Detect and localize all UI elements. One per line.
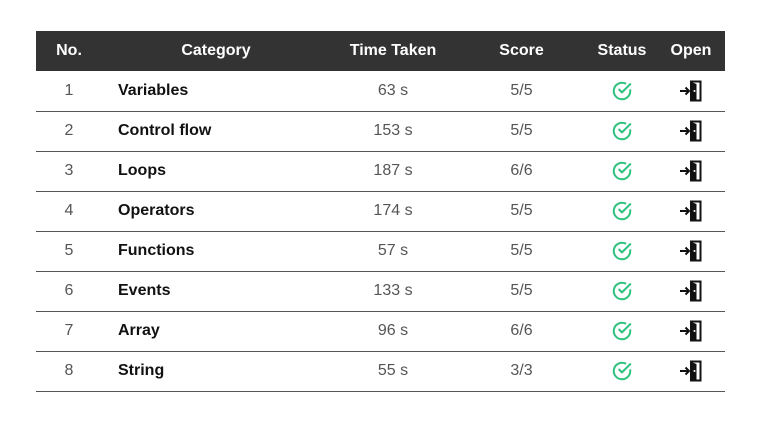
table-row: 2 Control flow 153 s 5/5 bbox=[36, 111, 725, 151]
row-open bbox=[657, 111, 725, 151]
enter-door-icon[interactable] bbox=[679, 240, 703, 262]
enter-door-icon[interactable] bbox=[679, 280, 703, 302]
row-number: 7 bbox=[64, 322, 74, 339]
header-row: No. Category Time Taken Score Status Ope… bbox=[36, 31, 725, 71]
row-category: Loops bbox=[118, 162, 166, 179]
enter-door-icon[interactable] bbox=[679, 200, 703, 222]
header-score: Score bbox=[499, 42, 544, 59]
header-category: Category bbox=[181, 42, 251, 59]
header-status: Status bbox=[597, 42, 647, 59]
row-number: 5 bbox=[64, 242, 74, 259]
row-score: 5/5 bbox=[510, 242, 533, 259]
enter-door-icon[interactable] bbox=[679, 80, 703, 102]
enter-door-icon[interactable] bbox=[679, 160, 703, 182]
row-time-taken: 63 s bbox=[377, 81, 409, 99]
row-open bbox=[657, 311, 725, 351]
results-table: No. Category Time Taken Score Status Ope… bbox=[36, 31, 725, 392]
row-status bbox=[587, 111, 657, 151]
enter-door-icon[interactable] bbox=[679, 320, 703, 342]
check-circle-icon bbox=[611, 200, 633, 222]
table-row: 8 String 55 s 3/3 bbox=[36, 351, 725, 391]
table-row: 1 Variables 63 s 5/5 bbox=[36, 71, 725, 111]
results-table-container: No. Category Time Taken Score Status Ope… bbox=[36, 31, 725, 392]
row-open bbox=[657, 271, 725, 311]
row-open bbox=[657, 231, 725, 271]
row-status bbox=[587, 151, 657, 191]
row-time-taken: 187 s bbox=[373, 162, 413, 179]
row-score: 6/6 bbox=[510, 322, 533, 339]
table-header: No. Category Time Taken Score Status Ope… bbox=[36, 31, 725, 71]
row-category: Functions bbox=[118, 242, 195, 259]
row-open bbox=[657, 351, 725, 391]
check-circle-icon bbox=[611, 280, 633, 302]
row-category: Array bbox=[118, 322, 160, 339]
row-open bbox=[657, 151, 725, 191]
header-time: Time Taken bbox=[349, 42, 437, 59]
row-number: 1 bbox=[64, 81, 74, 99]
enter-door-icon[interactable] bbox=[679, 360, 703, 382]
row-number: 3 bbox=[64, 162, 74, 179]
row-time-taken: 133 s bbox=[373, 282, 413, 299]
table-row: 4 Operators 174 s 5/5 bbox=[36, 191, 725, 231]
table-row: 5 Functions 57 s 5/5 bbox=[36, 231, 725, 271]
row-number: 8 bbox=[64, 362, 74, 379]
row-score: 6/6 bbox=[510, 162, 533, 179]
row-number: 6 bbox=[64, 282, 74, 299]
row-category: Events bbox=[118, 282, 171, 299]
check-circle-icon bbox=[611, 320, 633, 342]
check-circle-icon bbox=[611, 80, 633, 102]
row-status bbox=[587, 271, 657, 311]
row-open bbox=[657, 191, 725, 231]
row-status bbox=[587, 231, 657, 271]
row-score: 5/5 bbox=[510, 282, 533, 299]
check-circle-icon bbox=[611, 160, 633, 182]
row-category: Control flow bbox=[118, 122, 212, 139]
check-circle-icon bbox=[611, 120, 633, 142]
check-circle-icon bbox=[611, 360, 633, 382]
row-category: Operators bbox=[118, 202, 195, 219]
row-time-taken: 174 s bbox=[373, 202, 413, 219]
enter-door-icon[interactable] bbox=[679, 120, 703, 142]
row-category: String bbox=[118, 362, 165, 379]
row-status bbox=[587, 71, 657, 111]
row-score: 3/3 bbox=[510, 362, 533, 379]
header-open: Open bbox=[670, 42, 712, 59]
row-status bbox=[587, 191, 657, 231]
row-status bbox=[587, 351, 657, 391]
row-time-taken: 153 s bbox=[373, 122, 413, 139]
row-time-taken: 57 s bbox=[377, 242, 409, 259]
header-no: No. bbox=[56, 42, 82, 59]
row-score: 5/5 bbox=[510, 202, 533, 219]
table-row: 6 Events 133 s 5/5 bbox=[36, 271, 725, 311]
row-category: Variables bbox=[118, 81, 189, 99]
row-score: 5/5 bbox=[510, 122, 533, 139]
check-circle-icon bbox=[611, 240, 633, 262]
table-row: 7 Array 96 s 6/6 bbox=[36, 311, 725, 351]
row-open bbox=[657, 71, 725, 111]
row-number: 4 bbox=[64, 202, 74, 219]
row-score: 5/5 bbox=[510, 81, 533, 99]
table-body: 1 Variables 63 s 5/5 2 Control flow 153 … bbox=[36, 71, 725, 391]
row-number: 2 bbox=[64, 122, 74, 139]
table-row: 3 Loops 187 s 6/6 bbox=[36, 151, 725, 191]
row-time-taken: 96 s bbox=[377, 322, 409, 339]
row-time-taken: 55 s bbox=[377, 362, 409, 379]
row-status bbox=[587, 311, 657, 351]
